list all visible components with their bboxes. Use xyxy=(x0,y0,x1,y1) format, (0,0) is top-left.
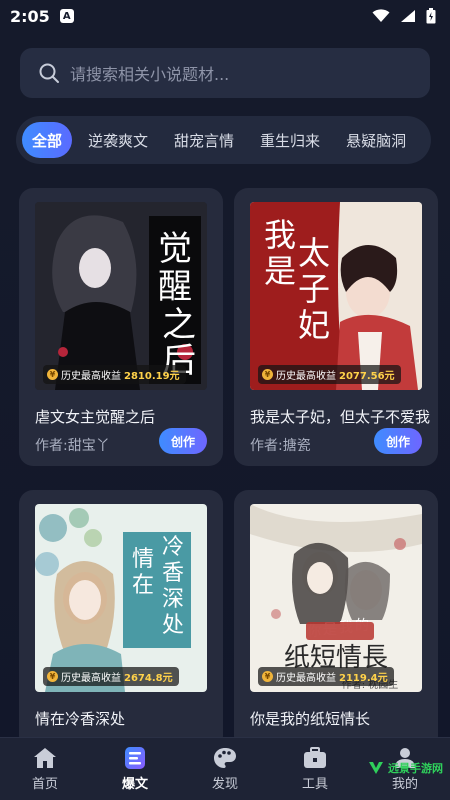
status-icons xyxy=(372,8,436,24)
nav-label: 工具 xyxy=(301,776,328,792)
earnings-badge: ¥ 历史最高收益 2119.4元 xyxy=(258,667,394,686)
cover-text-2: 醒 xyxy=(158,267,192,307)
book-title: 我是太子妃，但太子不爱我 xyxy=(250,408,430,426)
earnings-badge: ¥ 历史最高收益 2077.56元 xyxy=(258,365,401,384)
cover-art-crown-princess: 我 是 太 子 妃 xyxy=(250,202,422,390)
cover-text-3: 冷 xyxy=(162,535,184,560)
toolbox-icon xyxy=(304,746,326,768)
create-button[interactable]: 创作 xyxy=(374,428,422,454)
cover-text-5: 深 xyxy=(162,587,184,612)
cover-text-2: 在 xyxy=(132,573,154,598)
cover-text-6: 处 xyxy=(162,613,184,638)
book-cover: 我 是 太 子 妃 ¥ 历史最高收益 2077.56元 xyxy=(250,202,422,390)
nav-label: 发现 xyxy=(211,776,238,792)
book-card[interactable]: 觉 醒 之 后 ¥ 历史最高收益 2810.19元 虐文女主觉醒之后 作者:甜宝… xyxy=(19,188,223,466)
cover-text-5: 妃 xyxy=(298,306,330,344)
badge-label: 历史最高收益 xyxy=(276,673,336,684)
palette-icon xyxy=(214,747,236,768)
status-time: 2:05 xyxy=(10,6,50,26)
search-input[interactable]: 请搜索相关小说题材... xyxy=(20,48,430,98)
home-icon xyxy=(34,747,56,768)
badge-amount: 2810.19元 xyxy=(124,371,180,382)
book-author: 作者:甜宝丫 xyxy=(35,438,110,454)
book-title: 你是我的纸短情长 xyxy=(250,710,371,728)
badge-amount: 2119.4元 xyxy=(339,673,388,684)
book-title: 虐文女主觉醒之后 xyxy=(35,408,156,426)
nav-item-home[interactable]: 首页 xyxy=(10,747,80,792)
nav-label: 爆文 xyxy=(121,776,148,792)
cover-art-ink-couple: 你 是 我 的 纸短情長 作者: 枕园生 xyxy=(250,504,422,692)
badge-label: 历史最高收益 xyxy=(61,371,121,382)
book-title: 情在冷香深处 xyxy=(35,710,126,728)
cover-art-dark-heroine: 觉 醒 之 后 xyxy=(35,202,207,390)
nav-item-hot-articles[interactable]: 爆文 xyxy=(100,746,170,792)
cover-text-3: 太 xyxy=(298,234,330,272)
tab-rebirth[interactable]: 重生归来 xyxy=(250,122,330,158)
earnings-badge: ¥ 历史最高收益 2810.19元 xyxy=(43,365,186,384)
book-cover: 你 是 我 的 纸短情長 作者: 枕园生 ¥ 历史最高收益 2119.4元 xyxy=(250,504,422,692)
cellular-signal-icon xyxy=(401,10,415,22)
book-cover: 觉 醒 之 后 ¥ 历史最高收益 2810.19元 xyxy=(35,202,207,390)
watermark: 远景手游网 xyxy=(368,760,443,776)
wifi-icon xyxy=(372,9,390,22)
coin-icon: ¥ xyxy=(262,671,273,682)
cover-text-1: 情 xyxy=(132,547,154,572)
cover-text-1: 觉 xyxy=(158,229,192,269)
badge-label: 历史最高收益 xyxy=(276,371,336,382)
tab-all[interactable]: 全部 xyxy=(22,122,73,158)
status-bar: 2:05 A xyxy=(0,0,450,32)
book-card[interactable]: 我 是 太 子 妃 ¥ 历史最高收益 2077.56元 我是太子妃，但太子不爱我… xyxy=(234,188,438,466)
coin-icon: ¥ xyxy=(47,671,58,682)
tab-sweet-romance[interactable]: 甜宠言情 xyxy=(164,122,244,158)
book-author: 作者:搪瓷 xyxy=(250,438,311,454)
notification-a-icon: A xyxy=(59,9,74,23)
cover-text-2: 是 xyxy=(264,252,296,290)
nav-item-tools[interactable]: 工具 xyxy=(280,746,350,792)
cover-art-floral-girl: 情 在 冷 香 深 处 xyxy=(35,504,207,692)
book-card[interactable]: 你 是 我 的 纸短情長 作者: 枕园生 ¥ 历史最高收益 2119.4元 你是… xyxy=(234,490,438,750)
battery-icon xyxy=(426,8,436,24)
badge-amount: 2674.8元 xyxy=(124,673,173,684)
nav-item-discover[interactable]: 发现 xyxy=(190,747,260,792)
coin-icon: ¥ xyxy=(47,369,58,380)
coin-icon: ¥ xyxy=(262,369,273,380)
cover-text-4: 香 xyxy=(162,561,184,586)
book-card[interactable]: 情 在 冷 香 深 处 ¥ 历史最高收益 2674.8元 情在冷香深处 xyxy=(19,490,223,750)
category-tabs: 全部 逆袭爽文 甜宠言情 重生归来 悬疑脑洞 xyxy=(16,116,431,164)
cover-text-4: 子 xyxy=(298,270,330,308)
tab-mystery[interactable]: 悬疑脑洞 xyxy=(336,122,416,158)
tab-counterattack[interactable]: 逆袭爽文 xyxy=(78,122,158,158)
watermark-logo-icon xyxy=(369,762,383,774)
watermark-text: 远景手游网 xyxy=(388,762,443,775)
nav-label: 首页 xyxy=(31,776,58,792)
badge-label: 历史最高收益 xyxy=(61,673,121,684)
cover-text-3: 之 xyxy=(162,305,196,345)
cover-text-1: 我 xyxy=(264,216,296,254)
earnings-badge: ¥ 历史最高收益 2674.8元 xyxy=(43,667,179,686)
book-cover: 情 在 冷 香 深 处 ¥ 历史最高收益 2674.8元 xyxy=(35,504,207,692)
search-icon xyxy=(39,63,59,83)
badge-amount: 2077.56元 xyxy=(339,371,395,382)
create-button[interactable]: 创作 xyxy=(159,428,207,454)
hot-article-icon xyxy=(125,746,145,769)
search-placeholder: 请搜索相关小说题材... xyxy=(70,65,230,84)
